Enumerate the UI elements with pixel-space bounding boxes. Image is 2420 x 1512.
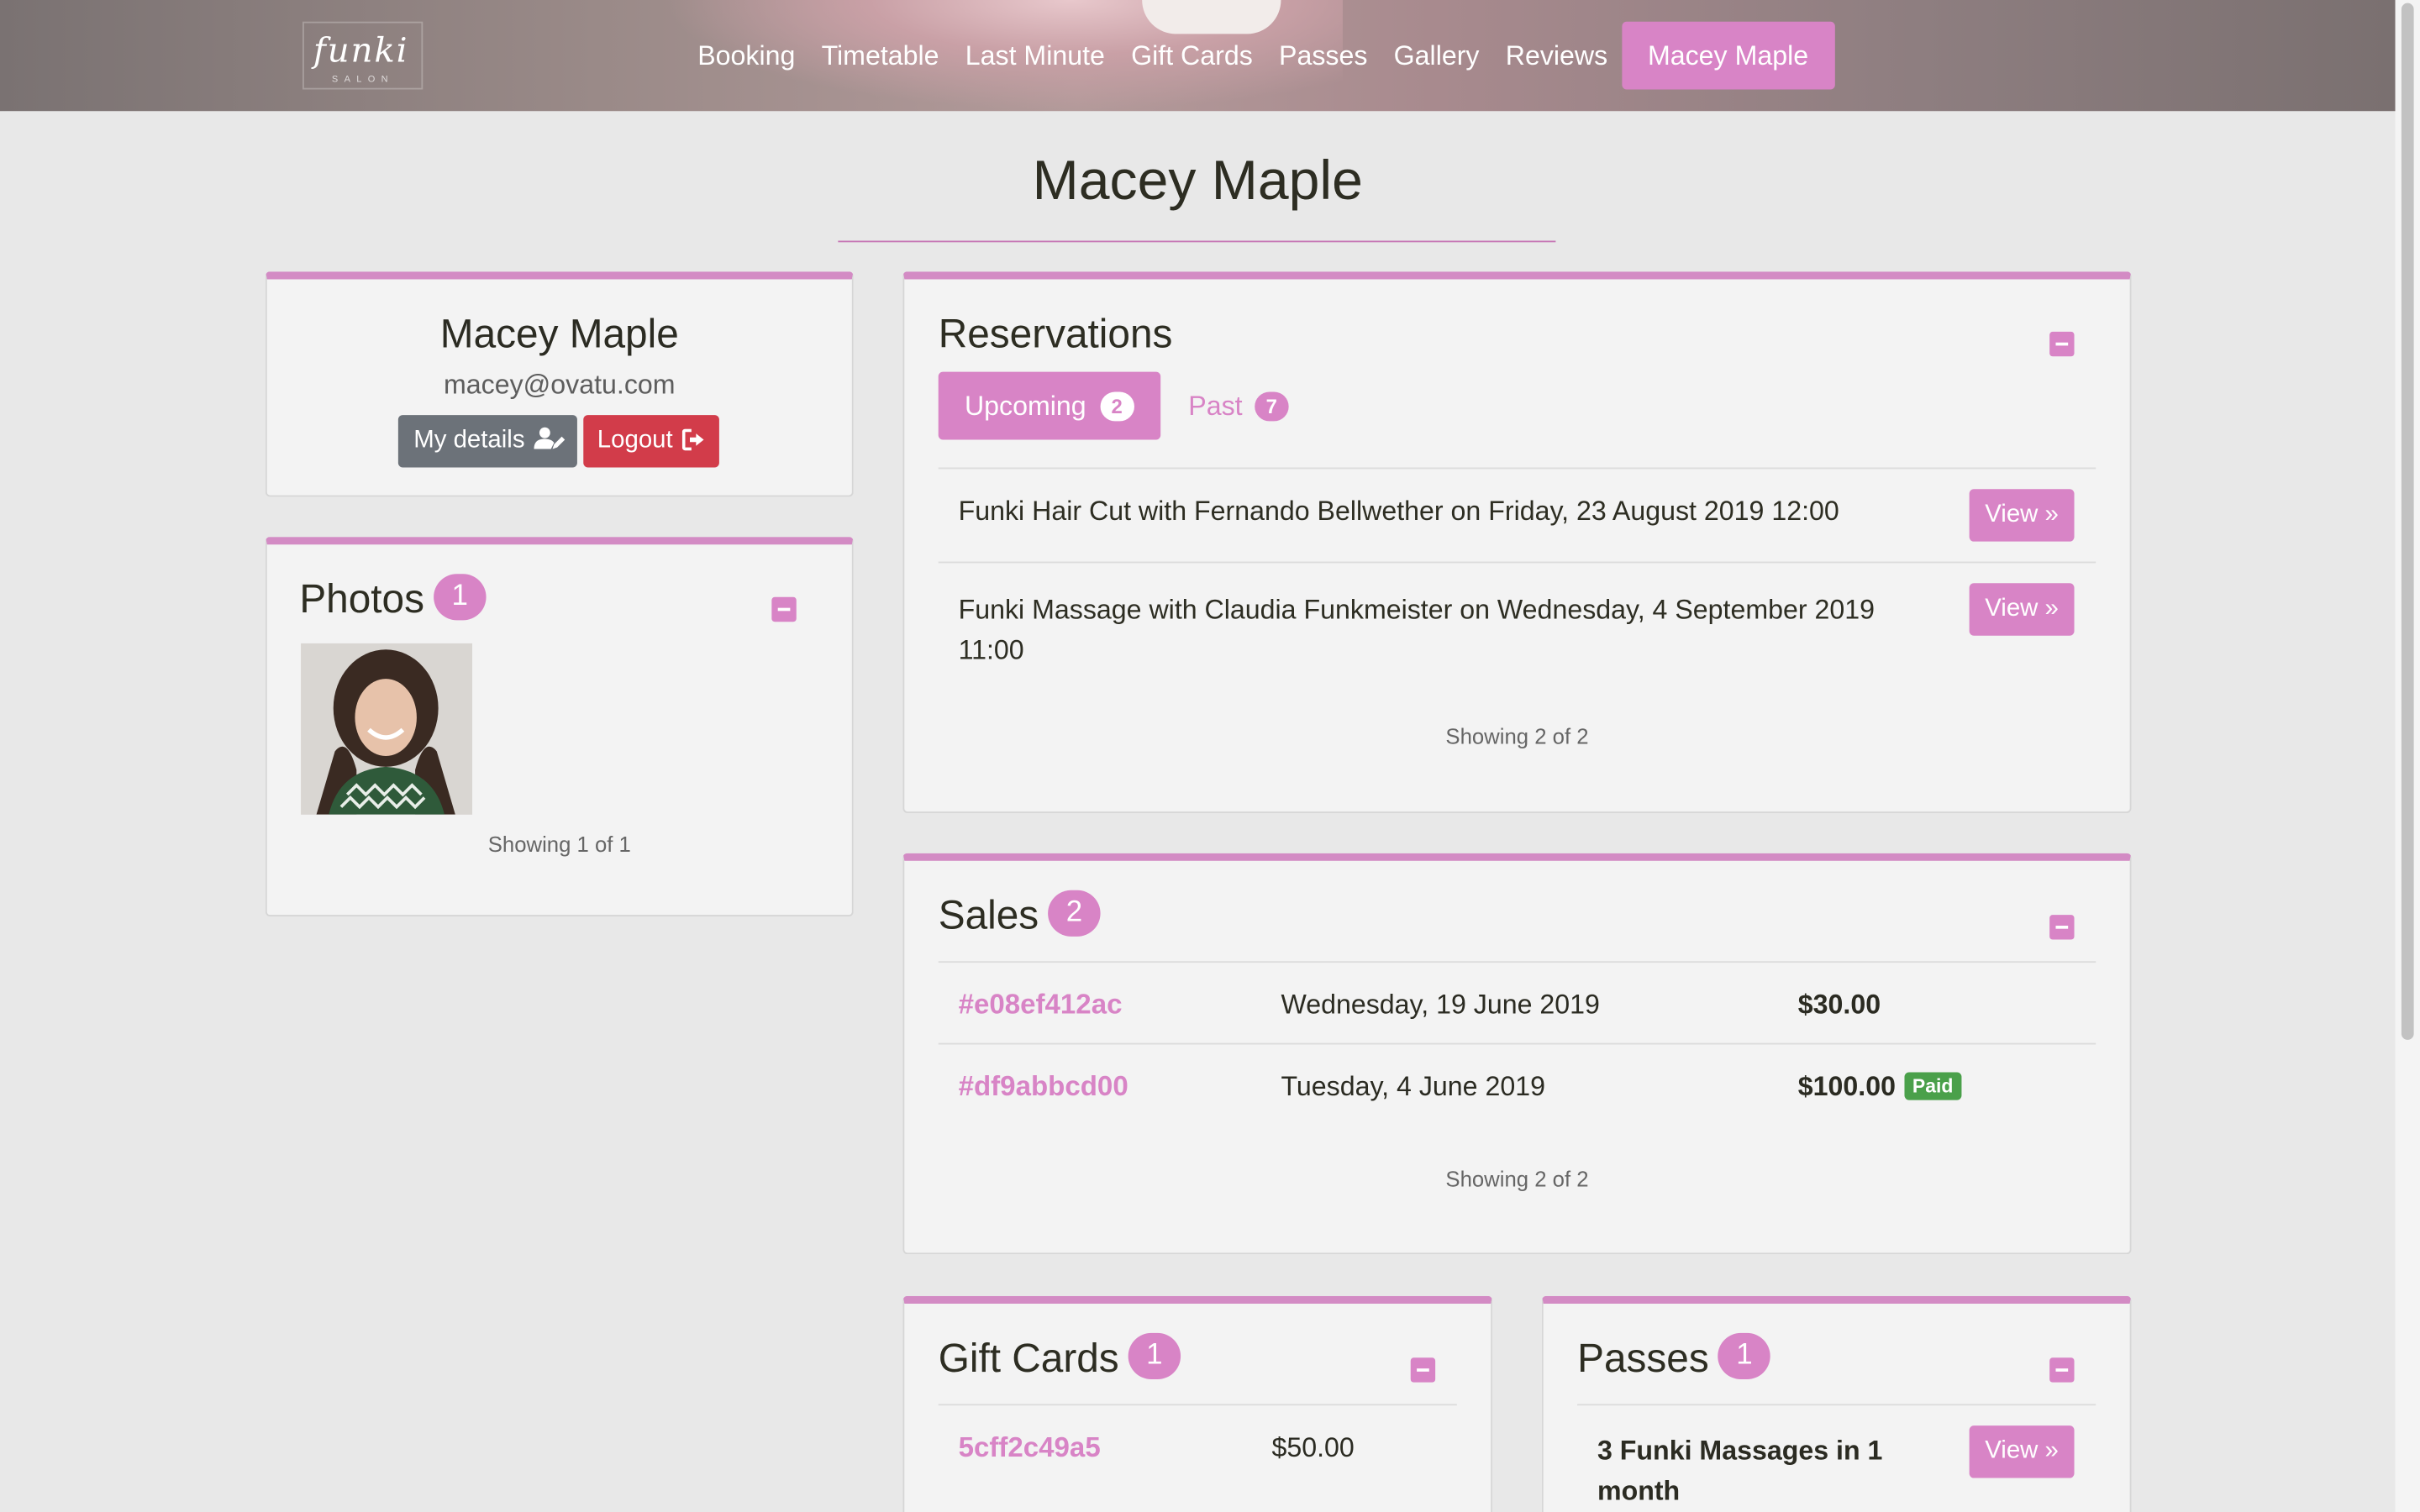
sales-pagination-text: Showing 2 of 2 — [1445, 1166, 1589, 1191]
nav-reviews[interactable]: Reviews — [1506, 39, 1607, 72]
sales-title: Sales — [938, 891, 1039, 938]
sale-amount: $100.00 — [1797, 1070, 1896, 1102]
reservation-text-continued: 11:00 — [958, 633, 1024, 665]
customer-photo[interactable] — [301, 643, 473, 815]
pass-name-line: 3 Funki Massages in 1 — [1597, 1435, 1883, 1466]
sales-count-badge: 2 — [1048, 890, 1101, 937]
sale-id-link[interactable]: #df9abbcd00 — [959, 1071, 1128, 1104]
title-divider — [838, 240, 1556, 243]
tab-past-label: Past — [1188, 390, 1243, 422]
logout-label: Logout — [597, 427, 673, 454]
sign-out-icon — [682, 428, 705, 451]
gift-cards-count-badge: 1 — [1128, 1333, 1181, 1380]
profile-card: Macey Maple macey@ovatu.com My details L… — [265, 271, 854, 497]
header-bar: funki SALON Booking Timetable Last Minut… — [0, 0, 2396, 112]
gift-cards-card: Gift Cards 1 5cff2c49a5 $50.00 — [902, 1295, 1493, 1512]
profile-email: macey@ovatu.com — [443, 368, 676, 400]
gift-card-value: $50.00 — [1271, 1431, 1355, 1463]
reservations-divider — [938, 467, 2096, 470]
sale-amount-cell: $100.00 Paid — [1798, 1071, 1961, 1104]
portrait-image — [301, 643, 473, 815]
nav-gallery[interactable]: Gallery — [1394, 39, 1480, 72]
sales-card: Sales 2 #e08ef412ac Wednesday, 19 June 20… — [902, 853, 2132, 1255]
my-details-label: My details — [413, 427, 525, 454]
reservation-item: Funki Massage with Claudia Funkmeister o… — [959, 590, 1916, 670]
logout-button[interactable]: Logout — [583, 415, 719, 468]
nav-user-account[interactable]: Macey Maple — [1621, 21, 1835, 90]
profile-name: Macey Maple — [439, 310, 679, 357]
gift-cards-heading: Gift Cards 1 — [938, 1333, 1181, 1384]
gift-cards-collapse-button[interactable] — [1410, 1357, 1436, 1383]
user-edit-icon — [534, 427, 566, 449]
nav-booking[interactable]: Booking — [697, 39, 795, 72]
passes-collapse-button[interactable] — [2049, 1357, 2075, 1383]
sales-divider — [938, 1042, 2096, 1045]
tab-upcoming-label: Upcoming — [964, 390, 1086, 422]
my-details-button[interactable]: My details — [397, 415, 577, 468]
tab-past[interactable]: Past 7 — [1188, 372, 1289, 440]
reservations-pagination-text: Showing 2 of 2 — [1445, 723, 1589, 748]
nav-passes[interactable]: Passes — [1279, 39, 1367, 72]
passes-divider — [1577, 1404, 2096, 1406]
passes-count-badge: 1 — [1718, 1333, 1771, 1380]
passes-title: Passes — [1577, 1334, 1709, 1381]
reservation-text: Funki Massage with Claudia Funkmeister o… — [958, 594, 1876, 625]
paid-status-badge: Paid — [1904, 1072, 1961, 1100]
reservation-item: Funki Hair Cut with Fernando Bellwether … — [959, 496, 1916, 528]
photos-title: Photos — [299, 575, 425, 622]
pass-name-line-continued: month — [1597, 1474, 1681, 1506]
reservations-divider — [938, 561, 2096, 564]
nav-last-minute[interactable]: Last Minute — [965, 39, 1105, 72]
nav-timetable[interactable]: Timetable — [822, 39, 939, 72]
logo-subtext: SALON — [331, 75, 394, 86]
brand-logo[interactable]: funki SALON — [302, 21, 424, 90]
reservation-text: Funki Hair Cut with Fernando Bellwether … — [958, 495, 1839, 527]
sales-divider — [938, 961, 2096, 963]
reservations-heading: Reservations — [938, 310, 1173, 357]
gift-cards-divider — [938, 1404, 1457, 1406]
pass-name: 3 Funki Massages in 1 month — [1597, 1431, 1882, 1511]
photos-card: Photos 1 Showing 1 of 1 — [265, 537, 854, 916]
page: funki SALON Booking Timetable Last Minut… — [0, 0, 2420, 1512]
photos-heading: Photos 1 — [299, 574, 487, 625]
reservations-collapse-button[interactable] — [2049, 331, 2075, 357]
tab-upcoming-count: 2 — [1099, 391, 1134, 422]
scrollbar-thumb[interactable] — [2401, 3, 2414, 1040]
gift-card-code-link[interactable]: 5cff2c49a5 — [959, 1431, 1101, 1464]
reservations-card: Reservations Upcoming 2 Past 7 Funki Hai… — [902, 271, 2132, 813]
gift-cards-title: Gift Cards — [938, 1334, 1119, 1381]
passes-card: Passes 1 3 Funki Massages in 1 month View… — [1541, 1295, 2132, 1512]
tab-past-count: 7 — [1255, 391, 1289, 422]
sale-date: Tuesday, 4 June 2019 — [1281, 1070, 1545, 1102]
page-title: Macey Maple — [1032, 148, 1363, 212]
sale-date: Wednesday, 19 June 2019 — [1281, 989, 1600, 1021]
sale-amount: $30.00 — [1797, 989, 1881, 1021]
main-nav: Booking Timetable Last Minute Gift Cards… — [697, 21, 1860, 90]
nav-gift-cards[interactable]: Gift Cards — [1131, 39, 1253, 72]
sales-heading: Sales 2 — [938, 890, 1101, 942]
view-pass-button[interactable]: View » — [1969, 1425, 2075, 1478]
view-reservation-button[interactable]: View » — [1969, 583, 2075, 636]
sales-collapse-button[interactable] — [2049, 915, 2075, 940]
view-reservation-button[interactable]: View » — [1969, 489, 2075, 542]
sale-id-link[interactable]: #e08ef412ac — [959, 989, 1123, 1021]
photos-collapse-button[interactable] — [771, 596, 797, 622]
photos-count-badge: 1 — [434, 574, 487, 621]
tab-upcoming[interactable]: Upcoming 2 — [938, 371, 1161, 440]
logo-wordmark: funki — [313, 32, 409, 71]
passes-heading: Passes 1 — [1577, 1333, 1771, 1384]
photos-pagination-text: Showing 1 of 1 — [487, 831, 631, 857]
